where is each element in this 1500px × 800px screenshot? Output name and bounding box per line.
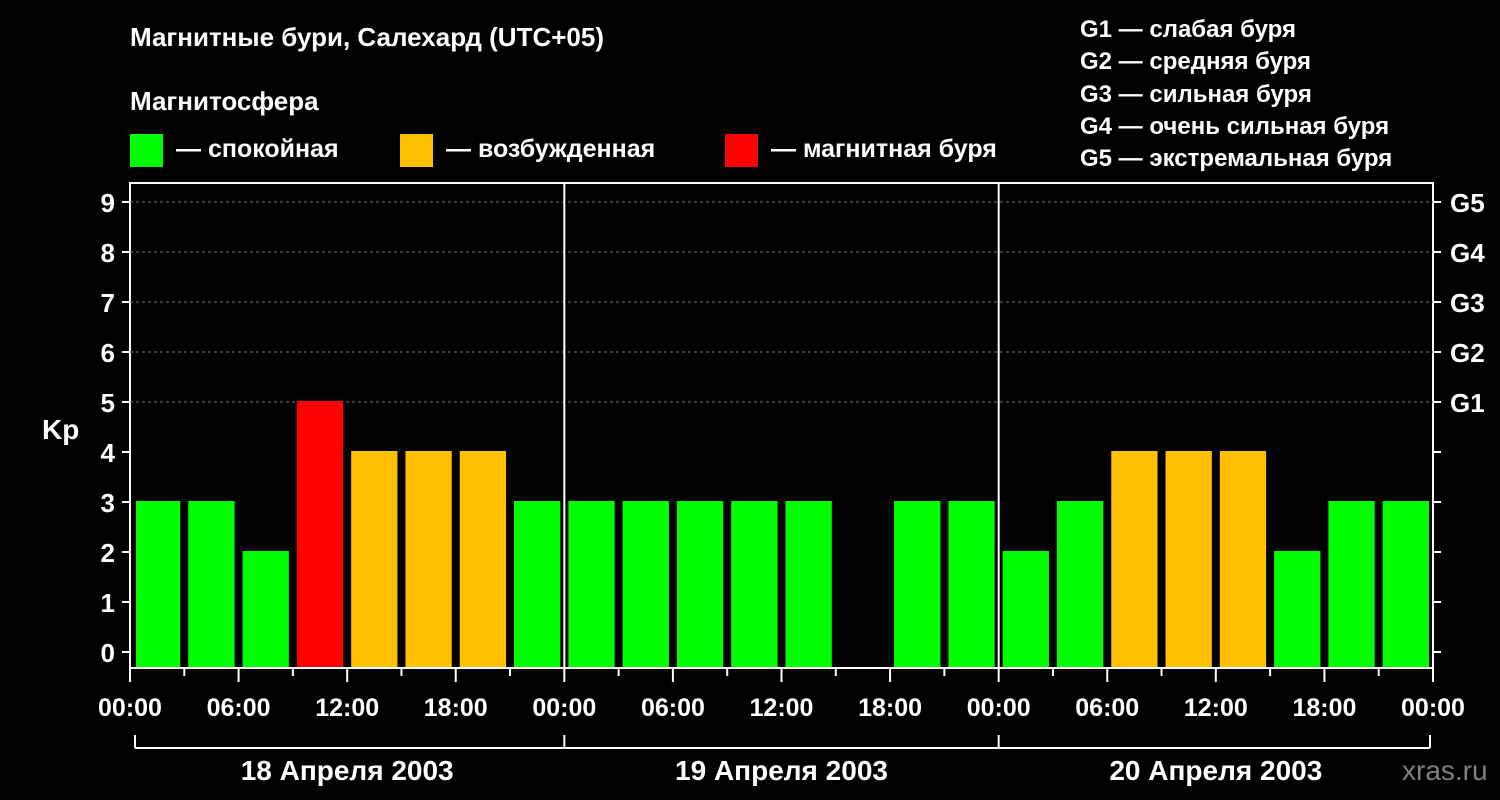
kp-bar bbox=[1165, 451, 1212, 667]
y-tick-label: 4 bbox=[101, 438, 116, 468]
x-tick-label: 12:00 bbox=[750, 694, 814, 722]
g-level-label: G4 bbox=[1450, 238, 1485, 268]
kp-bar bbox=[459, 451, 507, 667]
g-level-label: G1 bbox=[1450, 388, 1485, 418]
x-tick-label: 00:00 bbox=[1401, 694, 1465, 722]
x-tick-label: 06:00 bbox=[207, 694, 271, 722]
x-tick-label: 18:00 bbox=[858, 694, 922, 722]
x-tick-label: 00:00 bbox=[532, 694, 596, 722]
y-tick-label: 7 bbox=[101, 288, 115, 318]
day-label: 18 Апреля 2003 bbox=[241, 755, 454, 786]
kp-bar bbox=[405, 451, 452, 667]
y-tick-label: 2 bbox=[101, 538, 115, 568]
y-tick-label: 9 bbox=[101, 188, 115, 218]
x-tick-label: 18:00 bbox=[1292, 694, 1356, 722]
y-tick-label: 0 bbox=[101, 638, 115, 668]
kp-bar bbox=[296, 401, 344, 667]
kp-bar bbox=[351, 451, 398, 667]
x-tick-label: 00:00 bbox=[967, 694, 1031, 722]
kp-bar bbox=[568, 501, 615, 667]
g-level-label: G2 bbox=[1450, 338, 1485, 368]
y-tick-label: 5 bbox=[101, 388, 115, 418]
kp-bar bbox=[1328, 501, 1375, 667]
kp-bar bbox=[1111, 451, 1158, 667]
y-tick-label: 8 bbox=[101, 238, 115, 268]
kp-bar bbox=[894, 501, 941, 667]
kp-bar bbox=[731, 501, 778, 667]
watermark: xras.ru bbox=[1402, 755, 1488, 786]
kp-bar bbox=[514, 501, 561, 667]
day-label: 20 Апреля 2003 bbox=[1109, 755, 1322, 786]
kp-bar bbox=[1274, 551, 1321, 667]
kp-bar bbox=[676, 501, 724, 667]
kp-bar bbox=[1219, 451, 1267, 667]
x-tick-label: 00:00 bbox=[98, 694, 162, 722]
kp-bar bbox=[1056, 501, 1104, 667]
y-axis-label: Kp bbox=[42, 414, 79, 445]
kp-bar bbox=[242, 551, 289, 667]
kp-bar bbox=[622, 501, 669, 667]
x-tick-label: 06:00 bbox=[641, 694, 705, 722]
x-tick-label: 18:00 bbox=[424, 694, 488, 722]
kp-bar bbox=[785, 501, 832, 667]
x-tick-label: 06:00 bbox=[1075, 694, 1139, 722]
kp-bar bbox=[948, 501, 995, 667]
kp-chart: 0 1 2 3 4 5 6 7 8 9 G1 G2 G3 G4 G5 Kp 00:00 06:00 12:00 18:… bbox=[42, 182, 1485, 786]
kp-bar bbox=[188, 501, 235, 667]
kp-bar bbox=[1382, 501, 1429, 667]
day-label: 19 Апреля 2003 bbox=[675, 755, 888, 786]
x-tick-label: 12:00 bbox=[1184, 694, 1248, 722]
y-tick-label: 3 bbox=[101, 488, 115, 518]
x-tick-label: 12:00 bbox=[315, 694, 379, 722]
kp-bar bbox=[136, 501, 181, 667]
kp-bar bbox=[1002, 551, 1049, 667]
g-level-label: G3 bbox=[1450, 288, 1485, 318]
y-tick-label: 6 bbox=[101, 338, 115, 368]
y-tick-label: 1 bbox=[101, 588, 115, 618]
g-level-label: G5 bbox=[1450, 188, 1485, 218]
